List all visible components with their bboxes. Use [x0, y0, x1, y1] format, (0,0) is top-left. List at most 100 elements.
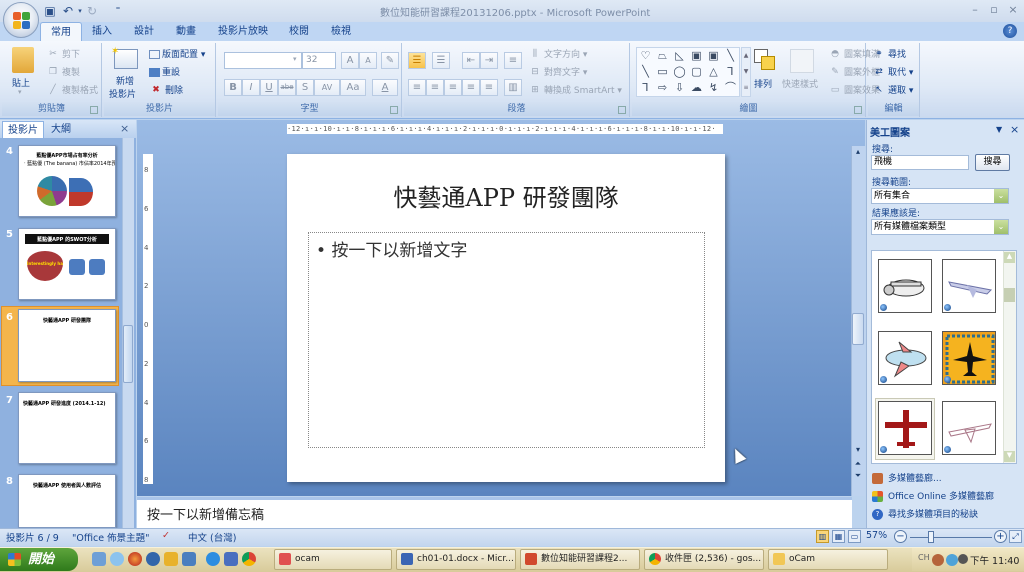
align-left-button[interactable]: ≡	[408, 79, 426, 96]
quicklaunch-app-icon[interactable]	[224, 552, 238, 566]
layout-button[interactable]: 版面配置 ▾	[149, 47, 205, 60]
shape-option[interactable]: ▣	[688, 48, 705, 64]
clipart-result-airplane-stamp[interactable]	[942, 331, 996, 385]
save-icon[interactable]: ▣	[42, 3, 58, 19]
shape-option[interactable]: △	[705, 64, 722, 80]
customize-qat-icon[interactable]: ⁼	[110, 3, 126, 19]
slides-pane-scroll-thumb[interactable]	[123, 325, 133, 383]
tab-slideshow[interactable]: 投影片放映	[208, 22, 278, 41]
numbering-button[interactable]: ☰	[432, 52, 450, 69]
results-scroll-thumb[interactable]	[1004, 288, 1015, 302]
help-icon[interactable]: ?	[1003, 24, 1017, 38]
replace-button[interactable]: ⇄ 取代 ▾	[872, 65, 913, 79]
slide-thumbnail-7[interactable]: 快藝通APP 研發進度 (2014.1-12)	[18, 392, 116, 464]
shape-option[interactable]: ◯	[671, 64, 688, 80]
clipart-search-button[interactable]: 搜尋	[975, 154, 1010, 171]
results-type-select[interactable]: 所有媒體檔案類型 ⌄	[871, 219, 1009, 235]
tray-volume-icon[interactable]	[958, 554, 968, 564]
shape-option[interactable]: ⅂	[722, 64, 739, 80]
start-button[interactable]: 開始	[0, 548, 78, 571]
shape-option[interactable]: ◺	[671, 48, 688, 64]
notes-placeholder[interactable]: 按一下以新增備忘稿	[147, 504, 264, 523]
scroll-down-icon[interactable]: ▾	[852, 444, 864, 456]
tab-review[interactable]: 校閱	[279, 22, 319, 41]
quicklaunch-app-icon[interactable]	[128, 552, 142, 566]
ie-browser-icon[interactable]	[206, 552, 220, 566]
clipart-result-jet-airliner[interactable]	[942, 259, 996, 313]
office-online-link[interactable]: Office Online 多媒體藝廊	[872, 489, 994, 502]
media-player-icon[interactable]	[146, 552, 160, 566]
clipart-result-propeller-plane[interactable]	[878, 259, 932, 313]
font-launcher-icon[interactable]	[390, 106, 398, 114]
content-placeholder-text[interactable]: • 按一下以新增文字	[316, 236, 467, 261]
clipart-result-cartoon-airplane[interactable]	[878, 331, 932, 385]
font-name-combo[interactable]	[224, 52, 302, 69]
search-scope-select[interactable]: 所有集合 ⌄	[871, 188, 1009, 204]
taskbar-item-ocam[interactable]: ocam	[274, 549, 392, 570]
pane-options-icon[interactable]: ▼	[996, 125, 1002, 134]
shape-option[interactable]: ↯	[705, 80, 722, 96]
shrink-font-button[interactable]: A	[359, 52, 377, 69]
slide-thumbnail-8[interactable]: 快藝通APP 使用者與人數評估	[18, 474, 116, 528]
tab-view[interactable]: 檢視	[321, 22, 361, 41]
align-right-button[interactable]: ≡	[444, 79, 462, 96]
select-button[interactable]: ↖ 選取 ▾	[872, 83, 913, 97]
tab-slides[interactable]: 投影片	[2, 121, 44, 138]
line-spacing-button[interactable]: ≡	[504, 52, 522, 69]
results-scrollbar[interactable]	[1003, 251, 1016, 463]
drawing-launcher-icon[interactable]	[854, 106, 862, 114]
bold-button[interactable]: B	[224, 79, 242, 96]
slide-sorter-button[interactable]: ▦	[832, 530, 845, 543]
align-center-button[interactable]: ≡	[426, 79, 444, 96]
maximize-button[interactable]: ▫	[985, 3, 1003, 17]
taskbar-item-powerpoint[interactable]: 數位知能研習課程2...	[520, 549, 640, 570]
show-desktop-icon[interactable]	[92, 552, 106, 566]
bullets-button[interactable]: ☰	[408, 52, 426, 69]
shape-option[interactable]: ▭	[654, 64, 671, 80]
italic-button[interactable]: I	[242, 79, 260, 96]
text-direction-button[interactable]: ⫼ 文字方向 ▾	[528, 47, 587, 61]
next-slide-icon[interactable]: ⏷	[852, 470, 864, 482]
shape-option[interactable]: ♡	[637, 48, 654, 64]
taskbar-item-chrome[interactable]: 收件匣 (2,536) - gos...	[644, 549, 764, 570]
decrease-indent-button[interactable]: ⇤	[462, 52, 480, 69]
language-status[interactable]: 中文 (台灣)	[188, 530, 236, 544]
taskbar-item-ocam-folder[interactable]: oCam	[768, 549, 888, 570]
pane-close-icon[interactable]: ×	[1010, 123, 1019, 136]
clear-formatting-button[interactable]: ✎	[381, 52, 399, 69]
find-button[interactable]: ⚭ 尋找	[872, 47, 906, 61]
content-placeholder[interactable]	[308, 232, 705, 448]
fit-window-button[interactable]: ⤢	[1009, 530, 1022, 543]
tab-home[interactable]: 常用	[40, 22, 82, 41]
previous-slide-icon[interactable]: ⏶	[852, 458, 864, 470]
shape-option[interactable]: ⏢	[654, 48, 671, 64]
shape-option[interactable]: ⇩	[671, 80, 688, 96]
redo-icon[interactable]: ↻	[84, 3, 100, 19]
reset-button[interactable]: 重設	[149, 65, 180, 78]
results-scroll-up-icon[interactable]: ▲	[1004, 252, 1015, 263]
language-indicator[interactable]: CH	[918, 553, 930, 562]
zoom-level[interactable]: 57%	[866, 530, 887, 541]
strikethrough-button[interactable]: abe	[278, 79, 296, 96]
justify-button[interactable]: ≡	[462, 79, 480, 96]
normal-view-button[interactable]: ▥	[816, 530, 829, 543]
change-case-button[interactable]: Aa	[340, 79, 366, 96]
format-painter-button[interactable]: ╱ 複製格式	[46, 83, 98, 97]
copy-button[interactable]: ❐ 複製	[46, 65, 80, 79]
shape-option[interactable]: ⇨	[654, 80, 671, 96]
results-scroll-down-icon[interactable]: ▼	[1004, 451, 1015, 462]
chevron-down-icon[interactable]: ⌄	[994, 220, 1008, 234]
clipart-result-sketch-airliner[interactable]	[942, 401, 996, 455]
paste-dropdown-icon[interactable]: ▾	[18, 88, 22, 96]
zoom-out-button[interactable]: −	[894, 530, 907, 543]
align-text-button[interactable]: ⊟ 對齊文字 ▾	[528, 65, 587, 79]
zoom-slider-handle[interactable]	[928, 531, 935, 543]
taskbar-item-word[interactable]: ch01-01.docx - Micr...	[396, 549, 516, 570]
clipart-search-input[interactable]: 飛機	[871, 155, 969, 170]
chevron-down-icon[interactable]: ⌄	[994, 189, 1008, 203]
text-shadow-button[interactable]: S	[296, 79, 314, 96]
clipboard-launcher-icon[interactable]	[90, 106, 98, 114]
tray-network-icon[interactable]	[946, 554, 958, 566]
slide-title[interactable]: 快藝通APP 研發團隊	[287, 178, 725, 213]
chrome-icon[interactable]	[242, 552, 256, 566]
